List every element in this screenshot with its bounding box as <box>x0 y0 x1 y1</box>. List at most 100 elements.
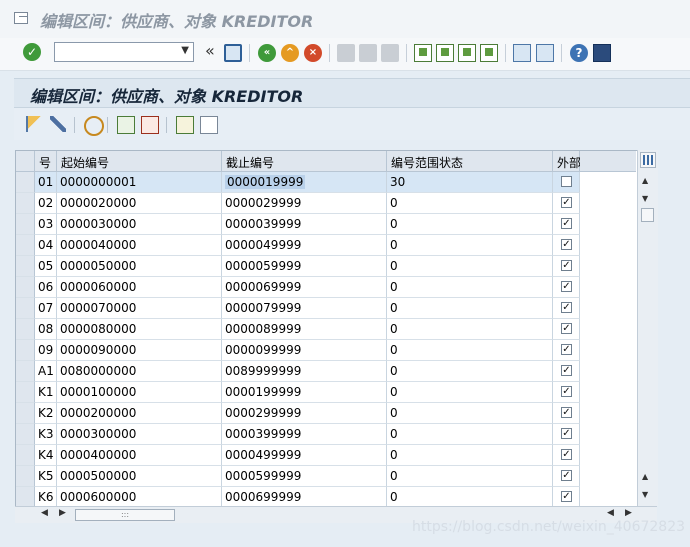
cell-from-number[interactable]: 0000200000 <box>57 403 222 424</box>
row-selector[interactable] <box>16 340 35 361</box>
cell-range-status[interactable]: 0 <box>387 361 553 382</box>
cell-number[interactable]: 04 <box>35 235 57 256</box>
cell-external[interactable]: ✓ <box>553 466 580 487</box>
row-selector[interactable] <box>16 424 35 445</box>
check-icon[interactable]: ✓ <box>23 43 41 61</box>
cell-range-status[interactable]: 0 <box>387 487 553 508</box>
cell-from-number[interactable]: 0000300000 <box>57 424 222 445</box>
external-checkbox[interactable]: ✓ <box>561 302 572 313</box>
row-selector[interactable] <box>16 277 35 298</box>
find-icon[interactable] <box>359 44 377 62</box>
cell-number[interactable]: 09 <box>35 340 57 361</box>
cell-number[interactable]: 06 <box>35 277 57 298</box>
scroll-down-icon[interactable]: ▼ <box>642 194 648 203</box>
table-row[interactable]: 04 0000040000 0000049999 0 ✓ <box>16 235 656 256</box>
deselect-all-icon[interactable] <box>200 116 218 134</box>
cell-from-number[interactable]: 0000400000 <box>57 445 222 466</box>
table-row[interactable]: K3 0000300000 0000399999 0 ✓ <box>16 424 656 445</box>
scroll-down-icon[interactable]: ▼ <box>642 490 648 499</box>
cell-from-number[interactable]: 0000100000 <box>57 382 222 403</box>
cell-to-number[interactable]: 0000299999 <box>222 403 387 424</box>
first-page-icon[interactable] <box>414 44 432 62</box>
table-row[interactable]: K5 0000500000 0000599999 0 ✓ <box>16 466 656 487</box>
cell-external[interactable]: ✓ <box>553 298 580 319</box>
scroll-up-icon[interactable]: ▲ <box>642 472 648 481</box>
row-selector[interactable] <box>16 193 35 214</box>
cell-number[interactable]: 02 <box>35 193 57 214</box>
cell-range-status[interactable]: 0 <box>387 214 553 235</box>
external-checkbox[interactable]: ✓ <box>561 260 572 271</box>
cell-number[interactable]: K6 <box>35 487 57 508</box>
cell-external[interactable]: ✓ <box>553 319 580 340</box>
column-header-from-number[interactable]: 起始编号 <box>57 151 222 172</box>
shortcut-icon[interactable] <box>536 44 554 62</box>
column-settings-icon[interactable] <box>640 152 656 168</box>
cell-number[interactable]: K2 <box>35 403 57 424</box>
cell-range-status[interactable]: 0 <box>387 277 553 298</box>
external-checkbox[interactable]: ✓ <box>561 470 572 481</box>
cell-from-number[interactable]: 0000070000 <box>57 298 222 319</box>
external-checkbox[interactable]: ✓ <box>561 491 572 502</box>
cell-number[interactable]: K1 <box>35 382 57 403</box>
cell-external[interactable]: ✓ <box>553 214 580 235</box>
cell-range-status[interactable]: 0 <box>387 403 553 424</box>
row-selector[interactable] <box>16 235 35 256</box>
table-row[interactable]: 06 0000060000 0000069999 0 ✓ <box>16 277 656 298</box>
table-row[interactable]: 07 0000070000 0000079999 0 ✓ <box>16 298 656 319</box>
command-input[interactable] <box>55 43 181 61</box>
cell-from-number[interactable]: 0000060000 <box>57 277 222 298</box>
cell-from-number[interactable]: 0080000000 <box>57 361 222 382</box>
column-header-range-status[interactable]: 编号范围状态 <box>387 151 553 172</box>
external-checkbox[interactable]: ✓ <box>561 323 572 334</box>
cell-range-status[interactable]: 0 <box>387 466 553 487</box>
cell-from-number[interactable]: 0000080000 <box>57 319 222 340</box>
table-row[interactable]: K4 0000400000 0000499999 0 ✓ <box>16 445 656 466</box>
vertical-scrollbar[interactable]: ▲ ▼ ▲ ▼ <box>637 150 658 506</box>
cell-to-number[interactable]: 0000099999 <box>222 340 387 361</box>
cell-number[interactable]: K3 <box>35 424 57 445</box>
print-icon[interactable] <box>337 44 355 62</box>
row-selector[interactable] <box>16 172 35 193</box>
external-checkbox[interactable]: ✓ <box>561 344 572 355</box>
row-selector[interactable] <box>16 445 35 466</box>
row-selector[interactable] <box>16 214 35 235</box>
row-selector[interactable] <box>16 466 35 487</box>
insert-interval-icon[interactable] <box>117 116 135 134</box>
cell-range-status[interactable]: 0 <box>387 340 553 361</box>
row-selector[interactable] <box>16 487 35 508</box>
horizontal-scroll-thumb[interactable]: ::: <box>75 509 175 521</box>
cell-number[interactable]: A1 <box>35 361 57 382</box>
row-selector-header[interactable] <box>16 151 35 172</box>
cell-number[interactable]: 01 <box>35 172 57 193</box>
row-selector[interactable] <box>16 382 35 403</box>
scroll-right-icon[interactable]: ▶ <box>59 508 66 518</box>
scroll-left-icon[interactable]: ◀ <box>607 508 614 518</box>
cell-from-number[interactable]: 0000600000 <box>57 487 222 508</box>
find-next-icon[interactable] <box>381 44 399 62</box>
cell-external[interactable]: ✓ <box>553 361 580 382</box>
help-icon[interactable]: ? <box>570 44 588 62</box>
cell-from-number[interactable]: 0000000001 <box>57 172 222 193</box>
table-row[interactable]: 08 0000080000 0000089999 0 ✓ <box>16 319 656 340</box>
delete-interval-icon[interactable] <box>141 116 159 134</box>
cell-from-number[interactable]: 0000020000 <box>57 193 222 214</box>
cell-external[interactable]: ✓ <box>553 340 580 361</box>
table-row[interactable]: K1 0000100000 0000199999 0 ✓ <box>16 382 656 403</box>
cell-range-status[interactable]: 0 <box>387 382 553 403</box>
cell-to-number[interactable]: 0000069999 <box>222 277 387 298</box>
scroll-right-icon[interactable]: ▶ <box>625 508 632 518</box>
cell-external[interactable]: ✓ <box>553 382 580 403</box>
row-selector[interactable] <box>16 256 35 277</box>
last-page-icon[interactable] <box>480 44 498 62</box>
table-row[interactable]: 02 0000020000 0000029999 0 ✓ <box>16 193 656 214</box>
vertical-scroll-thumb[interactable] <box>641 208 654 222</box>
table-row[interactable]: K6 0000600000 0000699999 0 ✓ <box>16 487 656 508</box>
table-row[interactable]: 03 0000030000 0000039999 0 ✓ <box>16 214 656 235</box>
row-selector[interactable] <box>16 298 35 319</box>
double-left-arrow-icon[interactable]: « <box>205 41 215 60</box>
cell-to-number[interactable]: 0089999999 <box>222 361 387 382</box>
cell-range-status[interactable]: 0 <box>387 424 553 445</box>
cell-number[interactable]: 08 <box>35 319 57 340</box>
cell-to-number[interactable]: 0000699999 <box>222 487 387 508</box>
cell-to-number[interactable]: 0000059999 <box>222 256 387 277</box>
